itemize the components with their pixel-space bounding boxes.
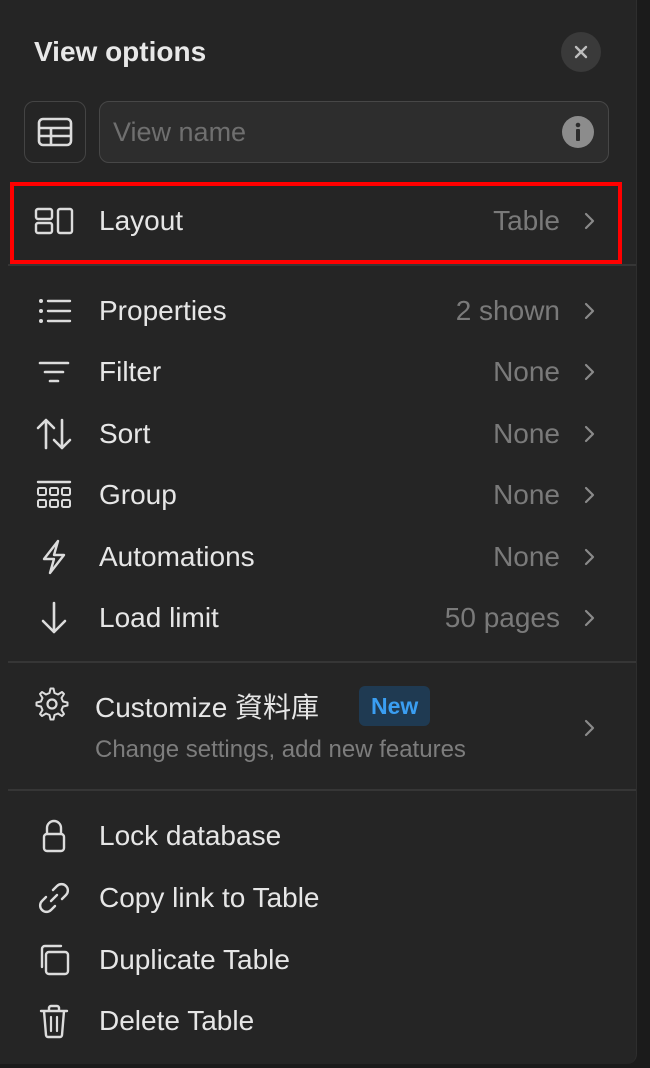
chevron-right-icon bbox=[584, 719, 595, 737]
menu-item-label: Properties bbox=[99, 295, 227, 326]
view-icon-picker[interactable] bbox=[24, 101, 86, 163]
divider bbox=[8, 789, 636, 791]
divider bbox=[8, 264, 636, 266]
gear-icon bbox=[35, 687, 69, 721]
menu-item-value: None bbox=[493, 356, 560, 387]
chevron-right-icon bbox=[584, 425, 595, 443]
trash-icon bbox=[34, 1001, 74, 1041]
menu-item-sort[interactable]: Sort None bbox=[34, 409, 600, 459]
menu-item-value: None bbox=[493, 541, 560, 572]
menu-item-value: None bbox=[493, 479, 560, 510]
info-icon[interactable] bbox=[562, 116, 594, 148]
panel-header: View options bbox=[34, 30, 596, 74]
close-button[interactable] bbox=[561, 32, 601, 72]
menu-item-copy-link[interactable]: Copy link to Table bbox=[34, 873, 600, 923]
close-icon bbox=[574, 45, 588, 59]
customize-label: Customize 資料庫 bbox=[95, 692, 320, 723]
menu-item-label: Automations bbox=[99, 541, 255, 572]
view-options-panel: View options Layout T bbox=[0, 0, 637, 1064]
menu-item-lock-database[interactable]: Lock database bbox=[34, 811, 600, 861]
highlight-annotation bbox=[10, 182, 622, 264]
menu-item-label: Duplicate Table bbox=[99, 944, 290, 975]
chevron-right-icon bbox=[584, 363, 595, 381]
menu-item-label: Delete Table bbox=[99, 1005, 255, 1036]
menu-item-properties[interactable]: Properties 2 shown bbox=[34, 286, 600, 336]
list-icon bbox=[34, 291, 74, 331]
menu-item-group[interactable]: Group None bbox=[34, 470, 600, 520]
lightning-icon bbox=[34, 537, 74, 577]
sort-icon bbox=[34, 414, 74, 454]
menu-item-label: Sort bbox=[99, 418, 151, 449]
menu-item-label: Group bbox=[99, 479, 177, 510]
group-icon bbox=[34, 475, 74, 515]
chevron-right-icon bbox=[584, 302, 595, 320]
menu-item-label: Copy link to Table bbox=[99, 882, 320, 913]
menu-item-value: 50 pages bbox=[444, 602, 560, 633]
menu-item-label: Load limit bbox=[99, 602, 219, 633]
menu-item-label: Lock database bbox=[99, 820, 282, 851]
table-icon bbox=[37, 117, 73, 147]
divider bbox=[8, 661, 636, 663]
menu-item-load-limit[interactable]: Load limit 50 pages bbox=[34, 593, 600, 643]
menu-item-value: None bbox=[493, 418, 560, 449]
link-icon bbox=[34, 878, 74, 918]
new-badge: New bbox=[359, 686, 431, 726]
view-name-input[interactable] bbox=[100, 102, 553, 162]
menu-item-customize[interactable]: Customize 資料庫 New Change settings, add n… bbox=[34, 680, 600, 776]
chevron-right-icon bbox=[584, 609, 595, 627]
filter-icon bbox=[34, 352, 74, 392]
menu-item-duplicate[interactable]: Duplicate Table bbox=[34, 935, 600, 985]
panel-title: View options bbox=[34, 36, 207, 67]
customize-subtitle: Change settings, add new features bbox=[95, 736, 466, 763]
menu-item-value: 2 shown bbox=[455, 295, 560, 326]
view-name-field bbox=[99, 101, 609, 163]
menu-item-filter[interactable]: Filter None bbox=[34, 347, 600, 397]
chevron-right-icon bbox=[584, 486, 595, 504]
menu-item-delete[interactable]: Delete Table bbox=[34, 996, 600, 1046]
duplicate-icon bbox=[34, 940, 74, 980]
menu-item-automations[interactable]: Automations None bbox=[34, 532, 600, 582]
menu-item-label: Filter bbox=[99, 356, 162, 387]
arrow-down-icon bbox=[34, 598, 74, 638]
chevron-right-icon bbox=[584, 548, 595, 566]
lock-icon bbox=[34, 816, 74, 856]
